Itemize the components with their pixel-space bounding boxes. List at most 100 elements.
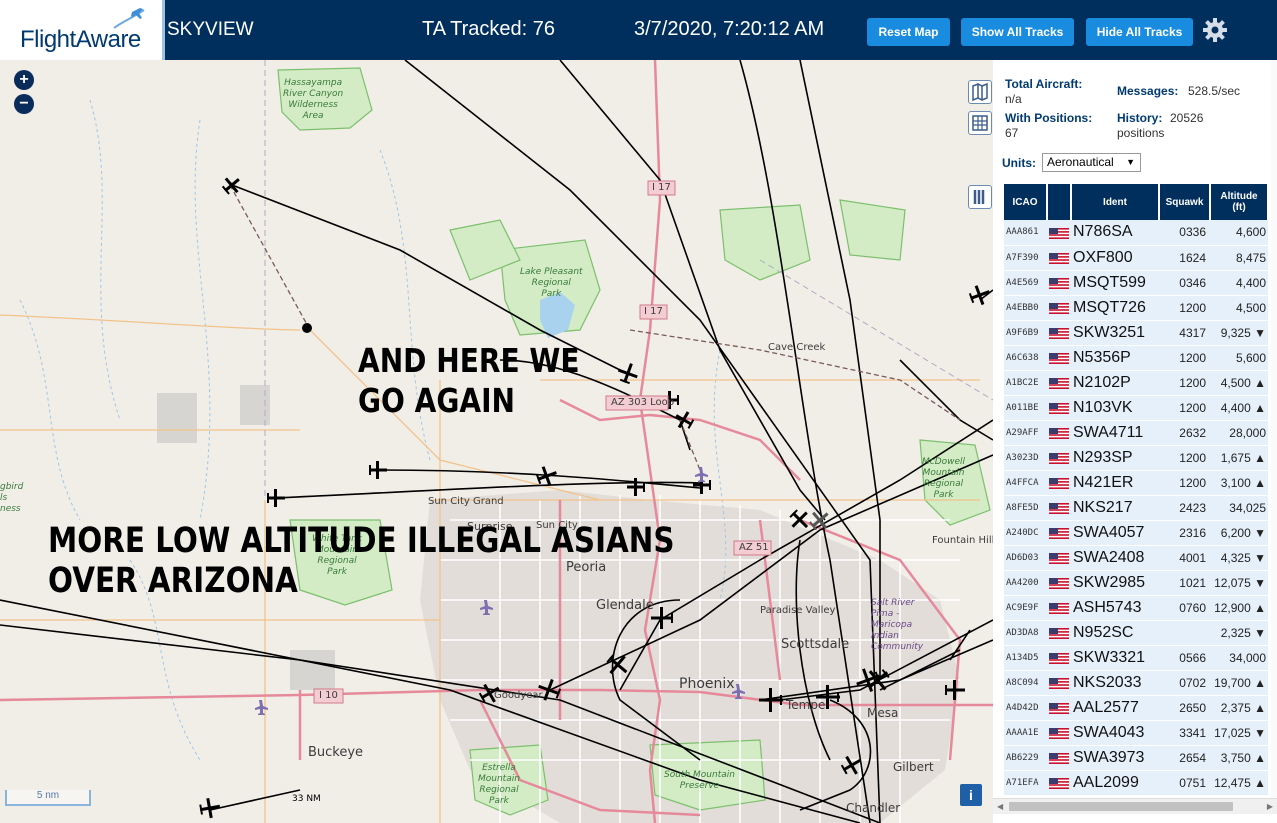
us-flag-icon: [1049, 227, 1069, 239]
gear-icon[interactable]: [1202, 17, 1228, 43]
ident-cell: SWA3973: [1071, 745, 1159, 771]
flightaware-logo[interactable]: FlightAware: [0, 0, 165, 60]
icao-cell: A4D42D: [1004, 695, 1047, 721]
icao-cell: A1BC2E: [1004, 370, 1047, 396]
table-row[interactable]: A71EFA AAL2099 0751 12,475 ▲: [1004, 770, 1268, 796]
flag-cell: [1047, 245, 1071, 271]
ident-cell: SWA4043: [1071, 720, 1159, 746]
table-row[interactable]: AAAA1E SWA4043 3341 17,025 ▼: [1004, 720, 1268, 746]
ident-cell: N293SP: [1071, 445, 1159, 471]
table-row[interactable]: A7F390 OXF800 1624 8,475: [1004, 245, 1268, 271]
show-all-tracks-button[interactable]: Show All Tracks: [961, 18, 1074, 46]
map-layers-button[interactable]: [968, 80, 992, 104]
zoom-out-button[interactable]: −: [14, 94, 34, 114]
us-flag-icon: [1049, 427, 1069, 439]
table-row[interactable]: A3023D N293SP 1200 1,675 ▲: [1004, 445, 1268, 471]
altitude-cell: 34,025: [1210, 495, 1268, 521]
col-header-squawk[interactable]: Squawk: [1159, 184, 1211, 220]
road-label-i17: I 17: [644, 306, 663, 317]
squawk-cell: 2654: [1159, 745, 1210, 771]
icao-cell: AA4200: [1004, 570, 1047, 596]
altitude-cell: 9,325 ▼: [1210, 320, 1268, 346]
ident-cell: MSQT726: [1071, 295, 1159, 321]
squawk-cell: 2423: [1159, 495, 1210, 521]
ident-cell: N786SA: [1071, 220, 1159, 246]
reset-map-button[interactable]: Reset Map: [867, 18, 950, 46]
zoom-in-button[interactable]: +: [14, 70, 34, 90]
col-header-flag[interactable]: [1047, 184, 1072, 220]
ident-cell: SWA2408: [1071, 545, 1159, 571]
table-row[interactable]: A011BE N103VK 1200 4,400 ▲: [1004, 395, 1268, 421]
icao-cell: AAAA1E: [1004, 720, 1047, 746]
table-row[interactable]: A1BC2E N2102P 1200 4,500 ▲: [1004, 370, 1268, 396]
grid-toggle-button[interactable]: [968, 111, 992, 135]
place-label-sun-city-grand: Sun City Grand: [428, 496, 504, 507]
info-button[interactable]: i: [960, 784, 982, 806]
col-header-ident[interactable]: Ident: [1071, 184, 1160, 220]
table-row[interactable]: AAA861 N786SA 0336 4,600: [1004, 220, 1268, 246]
table-row[interactable]: A4FFCA N421ER 1200 3,100 ▲: [1004, 470, 1268, 496]
us-flag-icon: [1049, 527, 1069, 539]
altitude-cell: 17,025 ▼: [1210, 720, 1268, 746]
icao-cell: AD6D03: [1004, 545, 1047, 571]
table-row[interactable]: AD3DA8 N952SC 2,325 ▼: [1004, 620, 1268, 646]
flag-cell: [1047, 495, 1071, 521]
table-row[interactable]: A29AFF SWA4711 2632 28,000: [1004, 420, 1268, 446]
squawk-cell: 1200: [1159, 370, 1210, 396]
squawk-cell: 0760: [1159, 595, 1210, 621]
flag-cell: [1047, 470, 1071, 496]
squawk-cell: 0702: [1159, 670, 1210, 696]
columns-toggle-button[interactable]: [968, 185, 992, 209]
altitude-cell: 2,375 ▲: [1210, 695, 1268, 721]
scrollbar-thumb[interactable]: [1009, 802, 1233, 811]
table-row[interactable]: A6C638 N5356P 1200 5,600: [1004, 345, 1268, 371]
messages-value: 528.5/sec: [1188, 84, 1241, 98]
col-header-icao[interactable]: ICAO: [1004, 184, 1048, 220]
table-row[interactable]: AA4200 SKW2985 1021 12,075 ▼: [1004, 570, 1268, 596]
vertical-scrollbar[interactable]: [1271, 60, 1277, 798]
place-label-goodyear: Goodyear: [494, 690, 543, 701]
table-row[interactable]: AD6D03 SWA2408 4001 4,325 ▼: [1004, 545, 1268, 571]
table-row[interactable]: AB6229 SWA3973 2654 3,750 ▲: [1004, 745, 1268, 771]
table-row[interactable]: A9F6B9 SKW3251 4317 9,325 ▼: [1004, 320, 1268, 346]
altitude-cell: 4,325 ▼: [1210, 545, 1268, 571]
flag-cell: [1047, 695, 1071, 721]
table-row[interactable]: A8C094 NKS2033 0702 19,700 ▲: [1004, 670, 1268, 696]
ident-cell: NKS2033: [1071, 670, 1159, 696]
altitude-cell: 3,100 ▲: [1210, 470, 1268, 496]
us-flag-icon: [1049, 377, 1069, 389]
table-row[interactable]: A4D42D AAL2577 2650 2,375 ▲: [1004, 695, 1268, 721]
ident-cell: SWA4711: [1071, 420, 1159, 446]
us-flag-icon: [1049, 627, 1069, 639]
table-row[interactable]: A8FE5D NKS217 2423 34,025: [1004, 495, 1268, 521]
col-header-altitude[interactable]: Altitude (ft): [1210, 184, 1268, 220]
place-label-mesa: Mesa: [867, 706, 899, 720]
caret-down-icon: ▼: [1126, 157, 1135, 167]
place-label-buckeye: Buckeye: [308, 745, 364, 760]
table-row[interactable]: A4EBB0 MSQT726 1200 4,500: [1004, 295, 1268, 321]
squawk-cell: 1200: [1159, 295, 1210, 321]
aircraft-table-container[interactable]: ICAO Ident Squawk Altitude (ft) AAA861 N7…: [1004, 184, 1268, 798]
history-unit: positions: [1117, 126, 1165, 140]
us-flag-icon: [1049, 752, 1069, 764]
scroll-right-icon[interactable]: ▶: [1267, 802, 1273, 811]
squawk-cell: 1624: [1159, 245, 1210, 271]
map-canvas[interactable]: I 17 I 17 AZ 303 Loop AZ 51 I 10 Hassaya…: [0, 60, 993, 823]
table-row[interactable]: A134D5 SKW3321 0566 34,000: [1004, 645, 1268, 671]
ident-cell: N421ER: [1071, 470, 1159, 496]
altitude-cell: 5,600: [1210, 345, 1268, 371]
scroll-left-icon[interactable]: ◀: [997, 802, 1003, 811]
table-row[interactable]: AC9E9F ASH5743 0760 12,900 ▲: [1004, 595, 1268, 621]
icao-cell: AB6229: [1004, 745, 1047, 771]
squawk-cell: 0346: [1159, 270, 1210, 296]
squawk-cell: 1200: [1159, 395, 1210, 421]
table-row[interactable]: A240DC SWA4057 2316 6,200 ▼: [1004, 520, 1268, 546]
horizontal-scrollbar[interactable]: ◀ ▶: [993, 798, 1277, 814]
hide-all-tracks-button[interactable]: Hide All Tracks: [1086, 18, 1193, 46]
units-select[interactable]: Aeronautical ▼: [1042, 153, 1141, 172]
altitude-cell: 4,500 ▲: [1210, 370, 1268, 396]
place-label-scottsdale: Scottsdale: [781, 637, 850, 652]
history-label: History:: [1117, 111, 1163, 125]
total-aircraft-value: n/a: [1005, 92, 1022, 106]
table-row[interactable]: A4E569 MSQT599 0346 4,400: [1004, 270, 1268, 296]
